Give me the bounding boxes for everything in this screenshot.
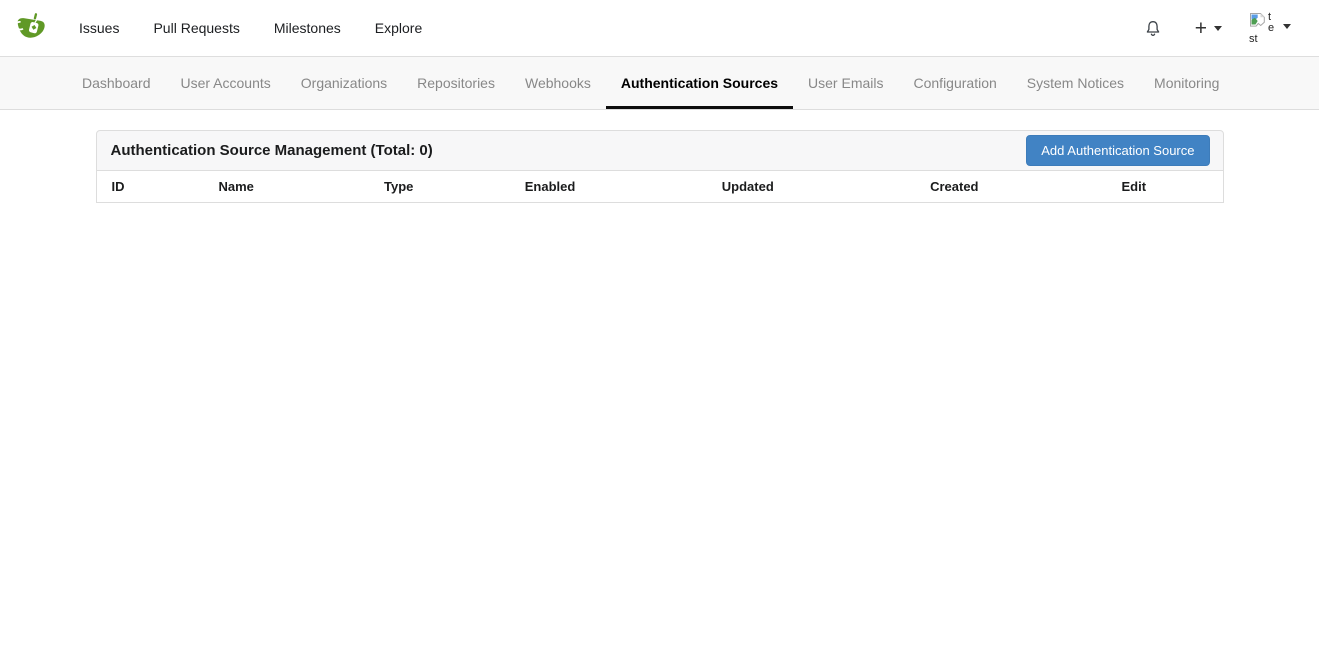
panel-header: Authentication Source Management (Total:… <box>96 130 1224 171</box>
column-header-created: Created <box>915 171 1106 202</box>
add-authentication-source-button[interactable]: Add Authentication Source <box>1026 135 1209 166</box>
tab-organizations[interactable]: Organizations <box>286 57 402 109</box>
tab-webhooks[interactable]: Webhooks <box>510 57 606 109</box>
user-menu-dropdown[interactable]: test <box>1239 12 1291 45</box>
home-logo-link[interactable] <box>14 12 46 44</box>
admin-tab-bar: Dashboard User Accounts Organizations Re… <box>0 57 1319 110</box>
chevron-down-icon <box>1283 24 1291 29</box>
tab-monitoring[interactable]: Monitoring <box>1139 57 1234 109</box>
tab-repositories[interactable]: Repositories <box>402 57 510 109</box>
auth-sources-panel: Authentication Source Management (Total:… <box>96 130 1224 203</box>
column-header-enabled: Enabled <box>510 171 707 202</box>
column-header-updated: Updated <box>707 171 915 202</box>
chevron-down-icon <box>1214 26 1222 31</box>
column-header-id: ID <box>97 171 204 202</box>
page-title: Authentication Source Management (Total:… <box>111 142 433 159</box>
bell-icon <box>1145 20 1161 37</box>
tab-dashboard[interactable]: Dashboard <box>67 57 166 109</box>
avatar: test <box>1249 12 1275 45</box>
broken-image-icon <box>1249 12 1266 29</box>
gitea-logo-icon <box>14 12 46 44</box>
column-header-type: Type <box>369 171 510 202</box>
tab-authentication-sources[interactable]: Authentication Sources <box>606 57 793 109</box>
nav-link-pull-requests[interactable]: Pull Requests <box>136 0 256 57</box>
create-new-dropdown[interactable]: + <box>1178 18 1239 39</box>
notifications-button[interactable] <box>1128 20 1178 37</box>
top-navbar: Issues Pull Requests Milestones Explore … <box>0 0 1319 57</box>
nav-link-milestones[interactable]: Milestones <box>257 0 358 57</box>
nav-link-issues[interactable]: Issues <box>62 0 136 57</box>
column-header-name: Name <box>203 171 369 202</box>
column-header-edit: Edit <box>1106 171 1222 202</box>
tab-system-notices[interactable]: System Notices <box>1012 57 1139 109</box>
plus-icon: + <box>1195 18 1207 39</box>
tab-configuration[interactable]: Configuration <box>899 57 1012 109</box>
navbar-right: + test <box>1128 12 1291 45</box>
nav-link-explore[interactable]: Explore <box>358 0 439 57</box>
auth-sources-table-header: ID Name Type Enabled Updated Created Edi… <box>96 171 1224 203</box>
tab-user-accounts[interactable]: User Accounts <box>166 57 286 109</box>
tab-user-emails[interactable]: User Emails <box>793 57 898 109</box>
